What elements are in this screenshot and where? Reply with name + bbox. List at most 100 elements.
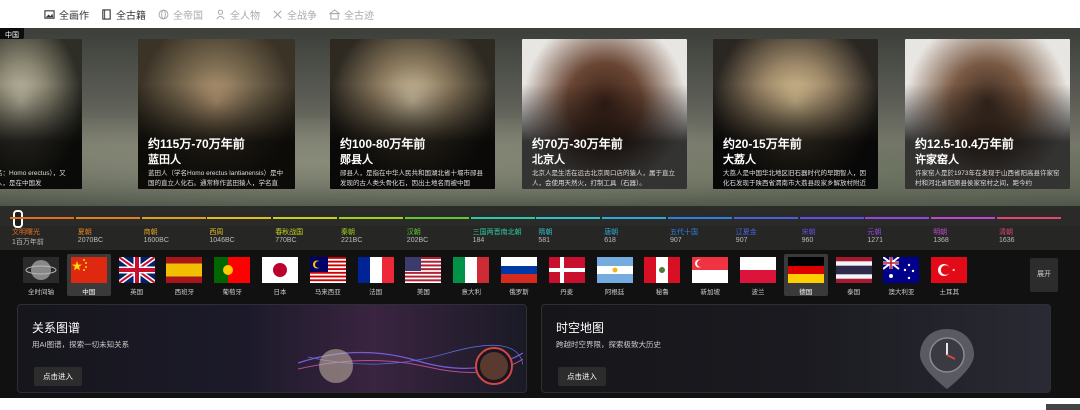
- era-label: 西周: [209, 229, 224, 236]
- enter-button[interactable]: 点击进入: [34, 367, 82, 386]
- country-dk[interactable]: 丹麦: [545, 254, 589, 296]
- fossil-card[interactable]: 年前立人（学名：Homo erectus），又称元谋猿人，是在中国发: [0, 39, 82, 189]
- era-label: 五代十国: [670, 229, 698, 236]
- era-segment[interactable]: 唐朝 618: [602, 206, 667, 250]
- fossil-card[interactable]: 约70万-30万年前 北京人 北京人是生活在远古北京周口店的猿人，属于直立人，会使用…: [522, 39, 687, 189]
- era-segment[interactable]: 三国两晋南北朝 184: [470, 206, 536, 250]
- era-segment[interactable]: 夏朝 2070BC: [75, 206, 141, 250]
- country-it[interactable]: 意大利: [449, 254, 493, 296]
- fossil-card[interactable]: 约100-80万年前 郧县人 郧县人，是指在中华人民共和国湖北省十堰市郧县发现的古人…: [330, 39, 495, 189]
- country-pe[interactable]: 秘鲁: [640, 254, 684, 296]
- painting-icon: [44, 9, 55, 19]
- era-year: 618: [604, 237, 616, 244]
- era-segment[interactable]: 西周 1046BC: [207, 206, 272, 250]
- country-label: 意大利: [461, 289, 481, 296]
- country-pl[interactable]: 波兰: [736, 254, 780, 296]
- fossil-card[interactable]: 约115万-70万年前 蓝田人 蓝田人（学名Homo erectus lantian…: [138, 39, 295, 189]
- country-sg[interactable]: 新加坡: [688, 254, 732, 296]
- tab-label: 全战争: [287, 10, 317, 22]
- era-year: 581: [538, 237, 551, 244]
- tab-all-people[interactable]: 全人物: [215, 7, 260, 22]
- country-th[interactable]: 泰国: [832, 254, 876, 296]
- era-segment[interactable]: 春秋战国 770BC: [273, 206, 338, 250]
- card-desc: 蓝田人（学名Homo erectus lantianensis）是中国的直立人化…: [148, 170, 284, 187]
- country-label: 日本: [273, 289, 287, 296]
- country-ru[interactable]: 俄罗斯: [497, 254, 541, 296]
- country-label: 中国: [82, 289, 96, 296]
- card-period: 约100-80万年前: [340, 137, 426, 151]
- country-de[interactable]: 德国: [783, 254, 828, 296]
- era-year: 1636: [999, 237, 1015, 244]
- era-segment[interactable]: 宋朝 960: [799, 206, 865, 250]
- panel-title: 时空地图: [556, 321, 605, 335]
- era-segment[interactable]: 隋朝 581: [536, 206, 601, 250]
- tab-all-paintings[interactable]: 全画作: [44, 7, 89, 22]
- relationship-graph-panel[interactable]: 关系图谱 用AI图谱，探索一切未知关系 点击进入: [17, 304, 527, 393]
- era-segment[interactable]: 明朝 1368: [931, 206, 996, 250]
- panel-desc: 用AI图谱，探索一切未知关系: [32, 340, 130, 349]
- country-tr[interactable]: 土耳其: [927, 254, 971, 296]
- era-segment[interactable]: 清朝 1636: [997, 206, 1062, 250]
- country-label: 葡萄牙: [222, 289, 242, 296]
- country-my[interactable]: 马来西亚: [306, 254, 350, 296]
- card-desc: 立人（学名：Homo erectus），又称元谋猿人，是在中国发: [0, 170, 66, 187]
- country-label: 马来西亚: [314, 289, 341, 296]
- tab-all-books[interactable]: 全古籍: [101, 7, 146, 22]
- era-bar: [404, 217, 469, 219]
- globe-flag-icon: [23, 257, 59, 283]
- card-desc: 郧县人，是指在中华人民共和国湖北省十堰市郧县发现的古人类头骨化石，因出土地名而被…: [340, 170, 483, 187]
- country-ar[interactable]: 阿根廷: [593, 254, 637, 296]
- enter-button[interactable]: 点击进入: [558, 367, 606, 386]
- era-segment[interactable]: 辽夏金 907: [733, 206, 799, 250]
- country-es[interactable]: 西班牙: [162, 254, 206, 296]
- country-cn[interactable]: 中国: [66, 254, 111, 296]
- tab-all-sites[interactable]: 全古迹: [329, 7, 374, 22]
- era-bar: [75, 217, 140, 219]
- tab-all-wars[interactable]: 全战争: [272, 7, 317, 22]
- expand-button[interactable]: 展开: [1030, 258, 1058, 292]
- portrait-right: [480, 352, 508, 380]
- scrollbar[interactable]: [1046, 404, 1080, 410]
- era-label: 唐朝: [604, 229, 619, 236]
- tab-label: 全画作: [59, 10, 89, 22]
- ru-flag-icon: [501, 257, 537, 283]
- country-label: 德国: [799, 289, 813, 296]
- country-pt[interactable]: 葡萄牙: [210, 254, 254, 296]
- space-time-map-panel[interactable]: 时空地图 跨越时空界限，探索极致大历史 点击进入: [541, 304, 1051, 393]
- country-au[interactable]: 澳大利亚: [879, 254, 923, 296]
- era-segment[interactable]: 商朝 1600BC: [141, 206, 207, 250]
- era-segment[interactable]: 元朝 1271: [865, 206, 930, 250]
- era-year: 1百万年前: [12, 239, 44, 246]
- era-bar: [865, 217, 930, 219]
- card-period: 约115万-70万年前: [148, 137, 245, 151]
- era-label: 清朝: [999, 229, 1013, 236]
- country-jp[interactable]: 日本: [258, 254, 302, 296]
- era-label: 文明曙光: [12, 229, 40, 236]
- country-gb[interactable]: 英国: [115, 254, 159, 296]
- era-bar: [536, 217, 601, 219]
- network-graphic: [298, 344, 523, 385]
- fossil-card[interactable]: 约12.5-10.4万年前 许家窑人 许家窑人是於1973年在发现于山西省阳高县许家…: [905, 39, 1070, 189]
- era-year: 960: [801, 237, 814, 244]
- book-icon: [102, 8, 111, 20]
- country-globe[interactable]: 全时间轴: [19, 254, 63, 296]
- era-timeline[interactable]: 文明曙光 1百万年前 夏朝 2070BC 商朝 1600BC 西周 1046BC 春秋战国 770…: [0, 206, 1080, 250]
- country-label: 澳大利亚: [888, 289, 915, 296]
- era-year: 1600BC: [143, 237, 169, 244]
- era-label: 元朝: [867, 229, 882, 236]
- era-segment[interactable]: 文明曙光 1百万年前: [10, 206, 75, 250]
- de-flag-icon: [787, 257, 824, 283]
- pl-flag-icon: [740, 257, 776, 283]
- tab-label: 全人物: [230, 10, 260, 22]
- tab-all-empires[interactable]: 全帝国: [158, 7, 203, 22]
- era-bar: [207, 217, 272, 219]
- era-segment[interactable]: 秦朝 221BC: [339, 206, 404, 250]
- era-segment[interactable]: 汉朝 202BC: [404, 206, 470, 250]
- era-segment[interactable]: 五代十国 907: [668, 206, 733, 250]
- fossil-card[interactable]: 约20-15万年前 大荔人 大荔人是中国华北地区旧石器时代的早期智人，因化石发现于陕…: [713, 39, 878, 189]
- country-us[interactable]: 美国: [401, 254, 445, 296]
- person-icon: [216, 9, 225, 19]
- country-fr[interactable]: 法国: [354, 254, 398, 296]
- card-desc: 许家窑人是於1973年在发现于山西省阳高县许家窑村和河北省阳原县侯家窑村之间，距…: [915, 170, 1060, 187]
- era-label: 秦朝: [341, 229, 355, 236]
